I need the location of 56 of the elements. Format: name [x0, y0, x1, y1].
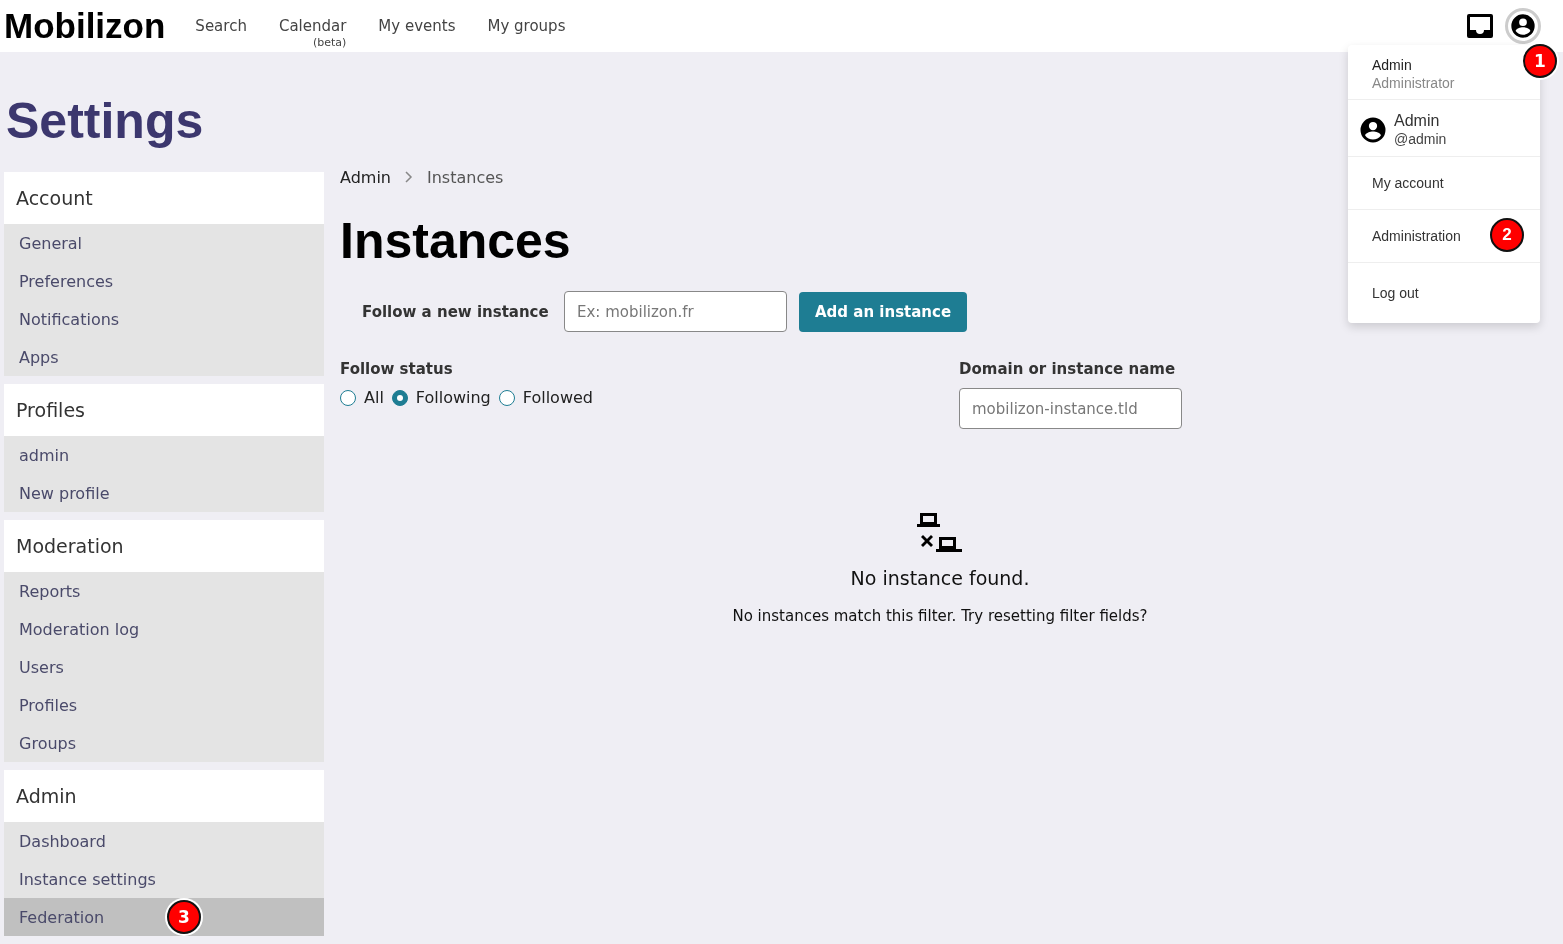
sidebar-item[interactable]: Moderation log [4, 610, 324, 648]
sidebar-section-title: Admin [4, 770, 324, 822]
user-role: Administrator [1372, 75, 1456, 91]
sidebar-item[interactable]: Users [4, 648, 324, 686]
filter-label: Domain or instance name [959, 360, 1177, 378]
sidebar-item[interactable]: admin [4, 436, 324, 474]
menu-item[interactable]: Log out [1348, 263, 1540, 323]
user-name: Admin [1372, 57, 1413, 73]
instance-input[interactable]: Ex: mobilizon.fr [564, 291, 787, 332]
empty-message: No instances match this filter. Try resetting filter fields? [732, 607, 1148, 625]
sidebar-item[interactable]: Groups [4, 724, 324, 762]
step-badge: 2 [1490, 218, 1524, 252]
profile-name: Admin [1394, 112, 1441, 130]
menu-item[interactable]: Administration 2 [1348, 210, 1540, 263]
beta-label: (beta) [312, 37, 347, 48]
nav-link[interactable]: Search [179, 17, 263, 35]
empty-title: No instance found. [850, 567, 1030, 589]
step-badge: 3 [167, 900, 201, 934]
sidebar-item[interactable]: Dashboard [4, 822, 324, 860]
user-menu-button[interactable] [1505, 8, 1541, 44]
radio-label: All [364, 388, 384, 407]
follow-label: Follow a new instance [362, 302, 550, 321]
add-instance-button[interactable]: Add an instance [799, 291, 968, 332]
inbox-icon[interactable] [1467, 14, 1493, 38]
radio-label: Followed [522, 388, 593, 407]
page-heading: Instances [340, 213, 571, 269]
nav-link[interactable]: Calendar [262, 17, 363, 35]
radio-button[interactable] [498, 389, 515, 406]
domain-input[interactable]: mobilizon-instance.tld [959, 388, 1182, 429]
sidebar-item[interactable]: Profiles [4, 686, 324, 724]
radio-label: Following [415, 388, 491, 407]
radio-button[interactable] [340, 389, 356, 406]
sidebar-item[interactable]: Reports [4, 572, 324, 610]
filter-label: Follow status [340, 360, 454, 378]
chevron-icon [405, 171, 413, 183]
profile-handle: @admin [1394, 131, 1447, 147]
sidebar-section-title: Account [4, 172, 324, 224]
breadcrumb-link[interactable]: Instances [427, 167, 504, 187]
avatar-icon [1509, 12, 1537, 40]
sidebar-item[interactable]: Federation 3 [4, 898, 324, 936]
logo[interactable]: Mobilizon [4, 6, 166, 46]
page-title: Settings [5, 92, 204, 151]
menu-item[interactable]: My account [1348, 157, 1540, 210]
step-badge: 1 [1523, 44, 1557, 78]
radio-button[interactable] [391, 389, 408, 406]
sidebar-item[interactable]: Preferences [4, 262, 324, 300]
nav-link[interactable]: My groups [471, 17, 582, 35]
sidebar-item[interactable]: General [4, 224, 324, 262]
sidebar-item[interactable]: New profile [4, 474, 324, 512]
sidebar-item[interactable]: Instance settings [4, 860, 324, 898]
sidebar-item[interactable]: Notifications [4, 300, 324, 338]
nav-link[interactable]: My events [362, 17, 472, 35]
sidebar-section-title: Moderation [4, 520, 324, 572]
sidebar-section-title: Profiles [4, 384, 324, 436]
breadcrumb-link[interactable]: Admin [340, 167, 391, 187]
sidebar-item[interactable]: Apps [4, 338, 324, 376]
